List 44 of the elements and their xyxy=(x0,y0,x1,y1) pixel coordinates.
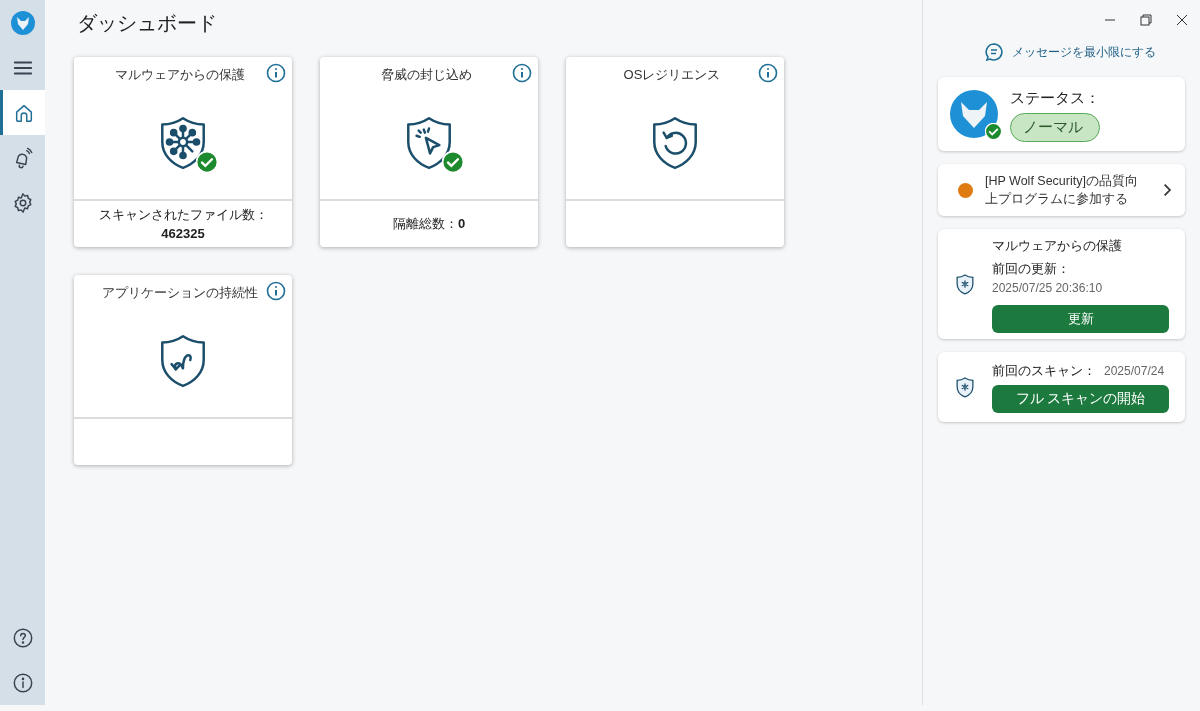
info-icon[interactable] xyxy=(266,281,286,301)
sidebar-item[interactable] xyxy=(0,90,45,135)
tile-title: 脅威の封じ込め xyxy=(379,66,473,84)
close-icon[interactable] xyxy=(1176,14,1188,26)
minimize-messages-link[interactable]: メッセージを最小限にする xyxy=(938,40,1185,64)
check-icon xyxy=(442,150,464,173)
info-icon[interactable] xyxy=(512,63,532,83)
tile-title: マルウェアからの保護 xyxy=(114,66,246,84)
logo-icon xyxy=(10,10,35,35)
chat-icon xyxy=(983,42,1004,62)
scan-date: 2025/07/24 xyxy=(1104,363,1165,380)
restore-icon[interactable] xyxy=(1140,14,1152,26)
check-icon xyxy=(985,123,1002,140)
shield-network-icon xyxy=(954,272,976,296)
tile-title: OSレジリエンス xyxy=(622,66,722,84)
footer-value: 462325 xyxy=(161,225,205,243)
card-title: マルウェアからの保護 xyxy=(992,236,1123,255)
survey-text: [HP Wolf Security]の品質向上プログラムに参加する xyxy=(985,173,1139,208)
tile-card[interactable]: OSレジリエンス xyxy=(566,57,784,247)
check-icon xyxy=(196,150,218,173)
update-date: 2025/07/25 20:36:10 xyxy=(992,279,1104,297)
footer-label: スキャンされたファイル数： xyxy=(98,205,268,224)
info-icon xyxy=(11,671,34,694)
help-icon xyxy=(11,626,34,649)
footer-value: 0 xyxy=(457,215,466,234)
status-label: ステータス： xyxy=(1010,87,1100,108)
update-button[interactable]: 更新 xyxy=(992,304,1169,333)
settings-icon xyxy=(11,191,34,214)
full-scan-button[interactable]: フル スキャンの開始 xyxy=(992,384,1169,413)
update-label: 前回の更新： xyxy=(992,260,1071,278)
shield-network-icon xyxy=(954,375,976,399)
page-title: ダッシュボード xyxy=(77,10,217,36)
footer-label: 隔離総数： xyxy=(392,215,458,234)
tile-title: アプリケーションの持続性 xyxy=(101,284,259,302)
tile-card[interactable]: 脅威の封じ込め 隔離総数：0 xyxy=(320,57,538,247)
tile-card[interactable]: アプリケーションの持続性 xyxy=(74,275,292,465)
chevron-right-icon xyxy=(1162,183,1173,197)
status-pill: ノーマル xyxy=(1010,113,1100,142)
survey-card[interactable]: [HP Wolf Security]の品質向上プログラムに参加する xyxy=(938,164,1185,216)
scan-label: 前回のスキャン： xyxy=(992,362,1096,381)
info-icon[interactable] xyxy=(758,63,778,83)
tile-card[interactable]: マルウェアからの保護 スキャンされたファイル数： 462325 xyxy=(74,57,292,247)
info-icon[interactable] xyxy=(266,63,286,83)
wolf-avatar-icon xyxy=(950,90,998,138)
